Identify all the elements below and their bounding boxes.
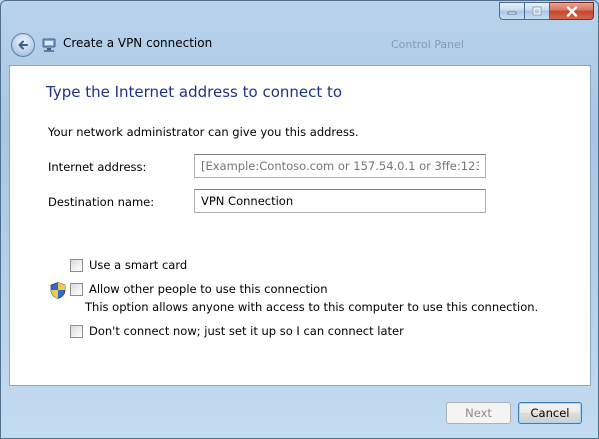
page-heading: Type the Internet address to connect to: [46, 83, 343, 101]
background-address-text: Control Panel: [391, 38, 464, 51]
window-controls: [499, 2, 594, 20]
smart-card-option[interactable]: Use a smart card: [70, 258, 187, 272]
smart-card-label: Use a smart card: [89, 258, 188, 272]
info-text: Your network administrator can give you …: [48, 125, 359, 139]
allow-others-label: Allow other people to use this connectio…: [89, 282, 328, 296]
uac-shield-icon: [50, 282, 66, 299]
maximize-button[interactable]: [525, 2, 550, 20]
dont-connect-label: Don't connect now; just set it up so I c…: [89, 324, 404, 338]
dont-connect-option[interactable]: Don't connect now; just set it up so I c…: [70, 324, 404, 338]
internet-address-label: Internet address:: [48, 160, 147, 174]
dont-connect-checkbox[interactable]: [70, 324, 83, 338]
next-button[interactable]: Next: [446, 402, 511, 424]
destination-name-input[interactable]: [194, 189, 486, 213]
window-title: Create a VPN connection: [63, 36, 213, 50]
maximize-icon: [532, 6, 542, 16]
minimize-icon: [507, 11, 517, 15]
wizard-footer: Next Cancel: [1, 386, 598, 438]
network-icon: [42, 38, 56, 52]
wizard-content: Type the Internet address to connect to …: [9, 65, 591, 386]
close-icon: [566, 5, 577, 17]
internet-address-input[interactable]: [194, 154, 486, 178]
destination-name-label: Destination name:: [48, 195, 155, 209]
back-arrow-icon: [18, 40, 28, 50]
background-address-bar: Control Panel: [291, 35, 541, 55]
title-bar: Control Panel Create a VPN connection: [1, 1, 598, 65]
back-button[interactable]: [11, 33, 35, 57]
close-button[interactable]: [550, 2, 594, 20]
allow-others-option[interactable]: Allow other people to use this connectio…: [70, 282, 328, 296]
allow-others-checkbox[interactable]: [70, 282, 83, 296]
allow-others-description: This option allows anyone with access to…: [85, 300, 539, 314]
smart-card-checkbox[interactable]: [70, 258, 83, 272]
cancel-button[interactable]: Cancel: [518, 402, 582, 424]
vpn-wizard-window: Control Panel Create a VPN connection Ty…: [0, 0, 599, 439]
minimize-button[interactable]: [499, 2, 525, 20]
